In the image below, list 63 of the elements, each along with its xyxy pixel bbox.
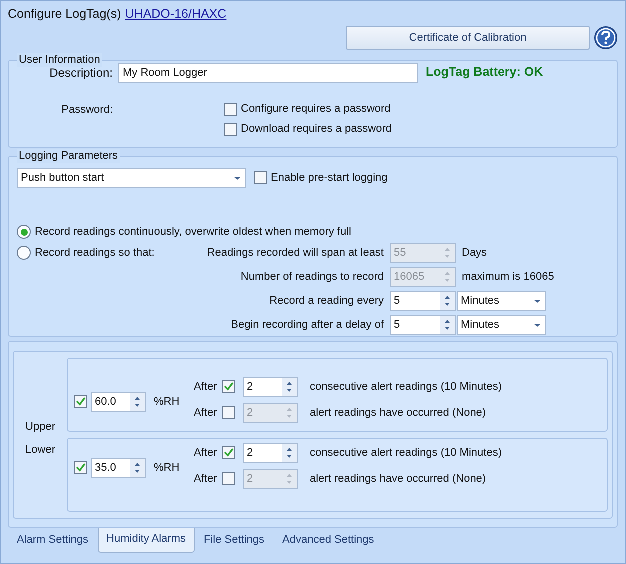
setting-label: Readings recorded will span at least [206,246,384,261]
spin-field[interactable]: 60.0 [91,392,146,412]
field-label: Description: [48,64,113,82]
checkbox-label: Configure requires a password [241,102,391,117]
spin-field[interactable]: 5 [390,291,456,312]
after-label: After [194,380,218,394]
checkbox-label: Download requires a password [241,122,392,138]
help-icon[interactable] [594,26,618,50]
radio-button[interactable] [17,246,31,260]
battery-status: LogTag Battery: OK [426,64,544,82]
setting-label: Begin recording after a delay of [230,318,384,333]
dropdown-field[interactable]: Minutes [457,315,546,336]
rule-text: consecutive alert readings (10 Minutes) [310,446,502,460]
alarm-label: Upper [26,420,56,436]
spin-arrows-icon[interactable] [130,458,145,477]
rule-text: consecutive alert readings (10 Minutes) [310,380,502,394]
section-legend: User Information [17,52,102,67]
tab[interactable]: Humidity Alarms [98,526,195,554]
spin-arrows-icon[interactable] [440,316,455,334]
alarm-label: Lower [26,442,56,458]
description-field[interactable]: My Room Logger [118,62,418,83]
checkbox-label: Enable pre-start logging [271,170,388,186]
unit-label: %RH [154,460,180,476]
checkbox[interactable] [74,395,87,408]
spin-field[interactable]: 35.0 [91,458,146,478]
dropdown-field[interactable]: Push button start [17,168,246,188]
device-link[interactable]: UHADO-16/HAXC [125,5,227,24]
after-label: After [194,446,218,460]
unit-label: Days [462,246,488,261]
unit-label: maximum is 16065 [462,270,556,285]
after-label: After [194,472,218,486]
checkbox[interactable] [224,102,237,116]
spin-field[interactable]: 2 [243,442,298,463]
checkbox[interactable] [222,406,235,420]
checkbox[interactable] [222,446,235,460]
checkbox[interactable] [222,472,235,486]
field-label: Password: [60,102,113,118]
spin-arrows-icon[interactable] [440,292,455,310]
setting-label: Number of readings to record [240,270,384,285]
radio-button[interactable] [17,225,31,239]
window-title: Configure LogTag(s) [8,6,122,23]
radio-label: Record readings so that: [35,246,155,261]
spin-arrows-icon[interactable] [282,378,297,396]
after-label: After [194,406,218,420]
spin-arrows-icon[interactable] [282,444,297,462]
spin-field[interactable]: 2 [243,376,298,397]
certificate-button[interactable]: Certificate of Calibration [346,26,590,50]
checkbox[interactable] [224,123,237,136]
tab[interactable]: File Settings [195,526,274,554]
checkbox[interactable] [222,380,235,394]
unit-label: %RH [154,394,180,410]
rule-text: alert readings have occurred (None) [310,472,486,486]
setting-label: Record a reading every [268,294,384,309]
spin-arrows-icon[interactable] [130,392,145,411]
spin-field[interactable]: 5 [390,315,456,336]
rule-text: alert readings have occurred (None) [310,406,486,420]
dropdown-field[interactable]: Minutes [457,291,546,312]
checkbox[interactable] [254,171,267,184]
radio-label: Record readings continuously, overwrite oldest when memory full [35,224,352,240]
tab[interactable]: Alarm Settings [8,526,98,554]
checkbox[interactable] [74,461,87,474]
tab[interactable]: Advanced Settings [274,526,384,554]
section-legend: Logging Parameters [17,148,120,163]
